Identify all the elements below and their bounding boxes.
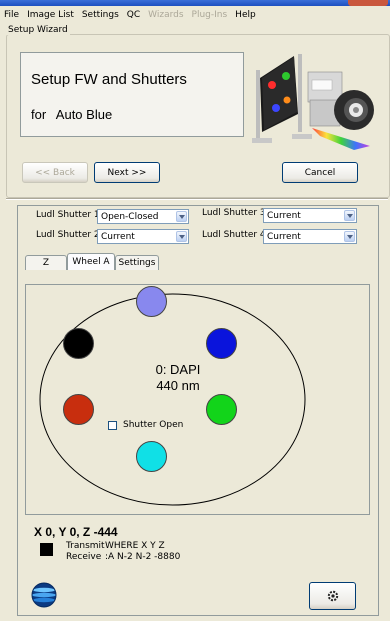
ludl-shutter-3-label: Ludl Shutter 3 bbox=[202, 208, 266, 218]
transmit-value: WHERE X Y Z bbox=[105, 541, 165, 551]
ludl-shutter-4-label: Ludl Shutter 4 bbox=[202, 230, 266, 240]
tab-wheel-a[interactable]: Wheel A bbox=[67, 253, 115, 270]
shutter-open-label: Shutter Open bbox=[123, 420, 184, 430]
wizard-for-value: Auto Blue bbox=[55, 107, 113, 122]
shutter-open-checkbox[interactable]: Shutter Open bbox=[108, 420, 183, 430]
globe-logo-icon bbox=[31, 582, 57, 608]
back-button[interactable]: << Back bbox=[22, 162, 88, 183]
chevron-down-icon[interactable] bbox=[344, 210, 355, 221]
filter-upper-left[interactable] bbox=[63, 328, 94, 359]
menu-wizards: Wizards bbox=[148, 9, 184, 20]
tab-z[interactable]: Z bbox=[25, 255, 67, 270]
ludl-shutter-3-value: Current bbox=[267, 210, 301, 221]
stage-position-readout: X 0, Y 0, Z -444 bbox=[34, 525, 118, 539]
filter-lower-right[interactable] bbox=[206, 394, 237, 425]
receive-value: :A N-2 N-2 -8880 bbox=[105, 552, 181, 562]
menu-qc[interactable]: QC bbox=[127, 10, 140, 20]
next-button[interactable]: Next >> bbox=[94, 162, 160, 183]
menu-settings[interactable]: Settings bbox=[82, 10, 119, 20]
settings-action-button[interactable] bbox=[309, 582, 356, 610]
chevron-down-icon[interactable] bbox=[344, 231, 355, 242]
filter-top[interactable] bbox=[136, 286, 167, 317]
menu-plug-ins: Plug-Ins bbox=[191, 9, 228, 20]
setup-wizard-group-label: Setup Wizard bbox=[6, 25, 70, 35]
checkbox-box[interactable] bbox=[108, 420, 117, 430]
wizard-target: for Auto Blue bbox=[31, 107, 112, 122]
transmit-row: Transmit WHERE X Y Z bbox=[66, 541, 165, 551]
chevron-down-icon[interactable] bbox=[176, 231, 187, 242]
menu-file[interactable]: File bbox=[4, 10, 19, 20]
ludl-shutter-1-value: Open-Closed bbox=[101, 211, 159, 222]
filter-lower-left[interactable] bbox=[63, 394, 94, 425]
current-filter-wavelength: 440 nm bbox=[156, 378, 200, 393]
receive-label: Receive bbox=[66, 552, 102, 562]
filter-bottom[interactable] bbox=[136, 441, 167, 472]
menu-image-list[interactable]: Image List bbox=[27, 10, 74, 20]
wizard-info-panel: Setup FW and Shutters for Auto Blue bbox=[20, 52, 244, 137]
menu-bar: File Image List Settings QC Wizards Plug… bbox=[0, 6, 390, 23]
filter-upper-right[interactable] bbox=[206, 328, 237, 359]
cancel-button[interactable]: Cancel bbox=[282, 162, 358, 183]
microscope-illustration-icon bbox=[252, 54, 374, 150]
ludl-shutter-2-label: Ludl Shutter 2 bbox=[36, 230, 100, 240]
ludl-shutter-1-select[interactable]: Open-Closed bbox=[97, 209, 189, 224]
current-filter-label: 0: DAPI 440 nm bbox=[118, 362, 238, 394]
divider bbox=[6, 198, 388, 200]
menu-help[interactable]: Help bbox=[235, 10, 256, 20]
receive-row: Receive :A N-2 N-2 -8880 bbox=[66, 552, 180, 562]
ludl-shutter-1-label: Ludl Shutter 1 bbox=[36, 210, 100, 220]
current-filter-position: 0: DAPI bbox=[155, 362, 201, 377]
ludl-shutter-2-value: Current bbox=[101, 231, 135, 242]
chevron-down-icon[interactable] bbox=[176, 211, 187, 222]
wizard-title: Setup FW and Shutters bbox=[31, 71, 187, 88]
ludl-shutter-3-select[interactable]: Current bbox=[263, 208, 357, 223]
ludl-shutter-4-value: Current bbox=[267, 231, 301, 242]
ludl-shutter-2-select[interactable]: Current bbox=[97, 229, 189, 244]
wizard-for-label: for bbox=[31, 107, 47, 122]
tab-settings[interactable]: Settings bbox=[115, 255, 159, 270]
transmit-label: Transmit bbox=[66, 541, 105, 551]
status-indicator bbox=[40, 543, 53, 556]
gear-icon bbox=[327, 590, 338, 602]
ludl-shutter-4-select[interactable]: Current bbox=[263, 229, 357, 244]
